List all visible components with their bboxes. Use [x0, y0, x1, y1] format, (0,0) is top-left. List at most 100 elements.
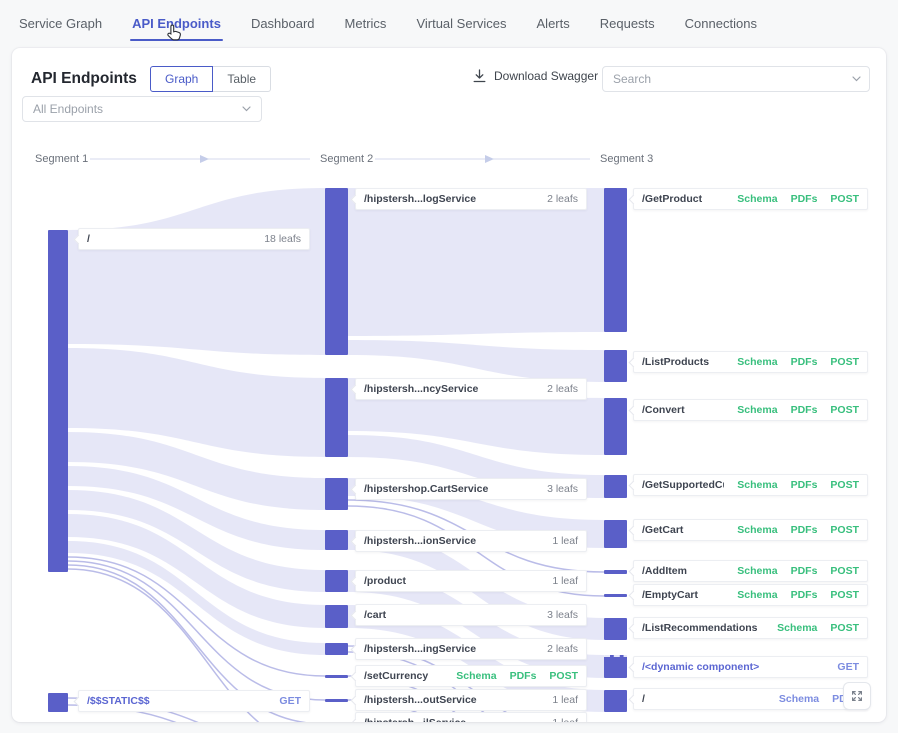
pdfs-link[interactable]: PDFs	[791, 524, 818, 536]
caret	[628, 358, 638, 368]
node-row-getsupportedcurrencies[interactable]: /GetSupportedCurrencies Schema PDFs POST	[633, 474, 868, 496]
node-row-additem[interactable]: /AddItem Schema PDFs POST	[633, 560, 868, 582]
caret	[73, 235, 83, 245]
node-bar-additem[interactable]	[604, 570, 627, 574]
node-row-cartservice[interactable]: /hipstershop.CartService 3 leafs	[355, 478, 587, 500]
top-nav: Service Graph API Endpoints Dashboard Me…	[0, 0, 898, 46]
node-bar-root[interactable]	[48, 230, 68, 572]
node-bar-listproducts[interactable]	[604, 350, 627, 382]
nav-service-graph[interactable]: Service Graph	[19, 16, 102, 31]
nav-metrics[interactable]: Metrics	[345, 16, 387, 31]
nav-connections[interactable]: Connections	[685, 16, 757, 31]
post-link[interactable]: POST	[830, 404, 859, 416]
schema-link[interactable]: Schema	[456, 670, 496, 682]
node-bar-convert[interactable]	[604, 398, 627, 455]
node-row-outservice[interactable]: /hipstersh...outService 1 leaf	[355, 689, 587, 711]
caret	[628, 591, 638, 601]
nav-alerts[interactable]: Alerts	[537, 16, 570, 31]
graph-view-button[interactable]: Graph	[150, 66, 213, 92]
node-bar-ncyservice[interactable]	[325, 378, 348, 457]
pdfs-link[interactable]: PDFs	[791, 479, 818, 491]
pdfs-link[interactable]: PDFs	[791, 589, 818, 601]
nav-virtual-services[interactable]: Virtual Services	[416, 16, 506, 31]
node-bar-listrecommendations[interactable]	[604, 618, 627, 640]
node-row-logservice[interactable]: /hipstersh...logService 2 leafs	[355, 188, 587, 210]
post-link[interactable]: POST	[830, 193, 859, 205]
node-bar-getproduct[interactable]	[604, 188, 627, 332]
schema-link[interactable]: Schema	[779, 693, 819, 705]
node-row-getproduct[interactable]: /GetProduct Schema PDFs POST	[633, 188, 868, 210]
post-link[interactable]: POST	[830, 356, 859, 368]
download-swagger-button[interactable]: Download Swagger	[473, 69, 598, 83]
expand-arrows-icon	[850, 689, 864, 703]
schema-link[interactable]: Schema	[737, 479, 777, 491]
node-row-dynamic-component[interactable]: /<dynamic component> GET	[633, 656, 868, 678]
table-view-button[interactable]: Table	[212, 66, 271, 92]
download-swagger-label: Download Swagger	[494, 69, 598, 83]
node-row-root-leaf[interactable]: / Schema PDFs	[633, 688, 868, 710]
node-row-static[interactable]: /$$STATIC$$ GET	[78, 690, 310, 712]
node-row-root[interactable]: / 18 leafs	[78, 228, 310, 250]
post-link[interactable]: POST	[830, 565, 859, 577]
node-bar-getcart[interactable]	[604, 520, 627, 548]
pdfs-link[interactable]: PDFs	[510, 670, 537, 682]
search-box	[602, 66, 870, 92]
node-row-convert[interactable]: /Convert Schema PDFs POST	[633, 399, 868, 421]
node-bar-emptycart[interactable]	[604, 594, 627, 597]
post-link[interactable]: POST	[830, 622, 859, 634]
caret	[350, 537, 360, 547]
page-title: API Endpoints	[31, 70, 137, 88]
nav-api-endpoints[interactable]: API Endpoints	[132, 16, 221, 31]
node-label: /cart	[364, 609, 541, 621]
schema-link[interactable]: Schema	[737, 565, 777, 577]
nav-dashboard[interactable]: Dashboard	[251, 16, 315, 31]
method-badge: GET	[837, 661, 859, 673]
schema-link[interactable]: Schema	[777, 622, 817, 634]
leaf-count: 3 leafs	[547, 483, 578, 495]
node-row-ionservice[interactable]: /hipstersh...ionService 1 leaf	[355, 530, 587, 552]
node-row-ncyservice[interactable]: /hipstersh...ncyService 2 leafs	[355, 378, 587, 400]
node-row-listproducts[interactable]: /ListProducts Schema PDFs POST	[633, 351, 868, 373]
search-input[interactable]	[602, 66, 870, 92]
post-link[interactable]: POST	[830, 524, 859, 536]
node-label: /hipstersh...ionService	[364, 535, 546, 547]
schema-link[interactable]: Schema	[737, 589, 777, 601]
pdfs-link[interactable]: PDFs	[791, 356, 818, 368]
expand-button[interactable]	[843, 682, 871, 710]
schema-link[interactable]: Schema	[737, 193, 777, 205]
post-link[interactable]: POST	[549, 670, 578, 682]
post-link[interactable]: POST	[830, 589, 859, 601]
node-row-ilservice[interactable]: /hipstersh...ilService 1 leaf	[355, 712, 587, 722]
pdfs-link[interactable]: PDFs	[791, 565, 818, 577]
node-bar-cartservice[interactable]	[325, 478, 348, 510]
node-label: /GetProduct	[642, 193, 724, 205]
node-bar-cart[interactable]	[325, 605, 348, 628]
node-bar-ingservice[interactable]	[325, 643, 348, 655]
schema-link[interactable]: Schema	[737, 524, 777, 536]
pdfs-link[interactable]: PDFs	[791, 404, 818, 416]
node-bar-product[interactable]	[325, 570, 348, 592]
node-row-listrecommendations[interactable]: /ListRecommendations Schema POST	[633, 617, 868, 639]
caret	[350, 485, 360, 495]
node-row-emptycart[interactable]: /EmptyCart Schema PDFs POST	[633, 584, 868, 606]
node-row-ingservice[interactable]: /hipstersh...ingService 2 leafs	[355, 638, 587, 660]
schema-link[interactable]: Schema	[737, 356, 777, 368]
post-link[interactable]: POST	[830, 479, 859, 491]
node-row-setcurrency[interactable]: /setCurrency Schema PDFs POST	[355, 665, 587, 687]
node-row-getcart[interactable]: /GetCart Schema PDFs POST	[633, 519, 868, 541]
schema-link[interactable]: Schema	[737, 404, 777, 416]
nav-requests[interactable]: Requests	[600, 16, 655, 31]
node-bar-dynamic-component[interactable]	[604, 655, 627, 678]
endpoints-filter-select[interactable]: All Endpoints	[22, 96, 262, 122]
node-bar-logservice[interactable]	[325, 188, 348, 355]
node-bar-static[interactable]	[48, 693, 68, 712]
segment-arrow-2	[375, 155, 590, 163]
node-bar-root-leaf[interactable]	[604, 690, 627, 712]
node-bar-setcurrency[interactable]	[325, 675, 348, 678]
node-row-cart[interactable]: /cart 3 leafs	[355, 604, 587, 626]
node-row-product[interactable]: /product 1 leaf	[355, 570, 587, 592]
node-bar-outservice[interactable]	[325, 699, 348, 702]
pdfs-link[interactable]: PDFs	[791, 193, 818, 205]
node-bar-getsupportedcurrencies[interactable]	[604, 475, 627, 498]
node-bar-ionservice[interactable]	[325, 530, 348, 550]
